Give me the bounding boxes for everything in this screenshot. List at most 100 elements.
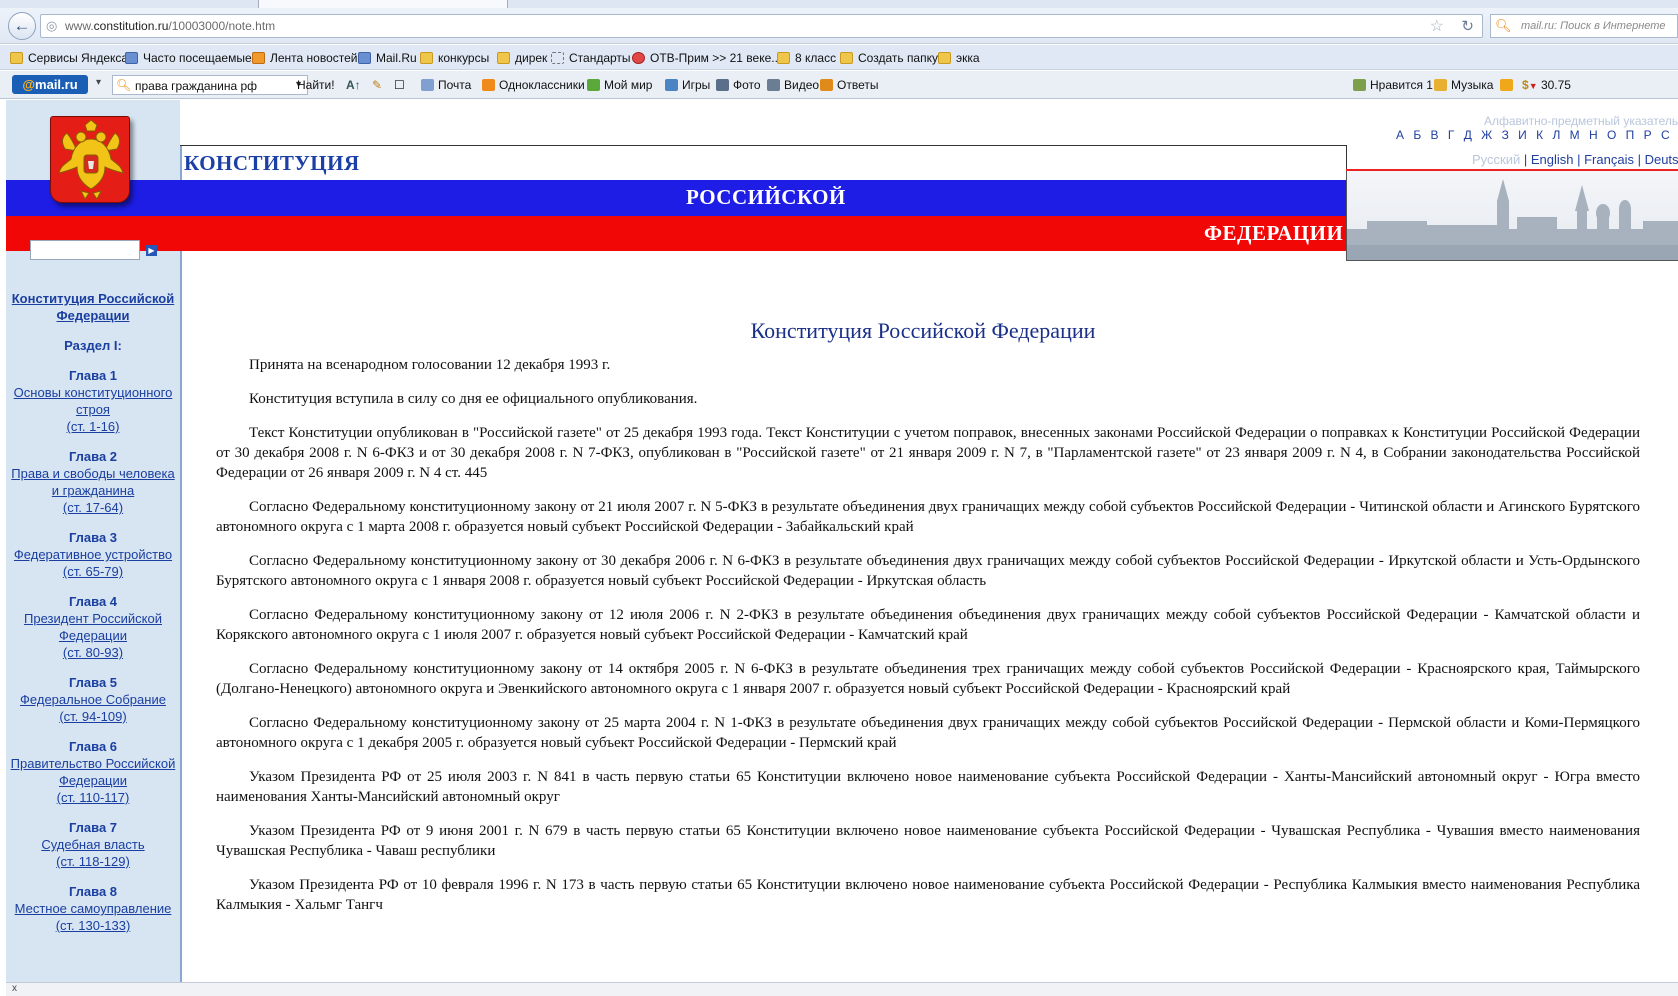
odnoklassniki-link[interactable]: Одноклассники	[482, 78, 585, 92]
toc-chapter-1: Глава 1 Основы конституционного строя (ст.…	[6, 367, 180, 435]
chapter-title-link[interactable]: Права и свободы человека и гражданина	[6, 465, 180, 499]
chapter-range-link[interactable]: (ст. 130-133)	[6, 917, 180, 934]
chapter-title-link[interactable]: Местное самоуправление	[6, 900, 180, 917]
games-link[interactable]: Игры	[665, 78, 710, 92]
toc-title-link[interactable]: Конституция Российской Федерации	[6, 290, 180, 324]
search-icon: 🔍︎	[116, 78, 132, 92]
chapter-title-link[interactable]: Федеральное Собрание	[6, 691, 180, 708]
bookmark-contests[interactable]: конкурсы	[420, 50, 489, 66]
play-arrow-icon: ▶	[148, 246, 155, 255]
find-button[interactable]: Найти!	[297, 78, 335, 92]
back-button[interactable]: ←	[8, 12, 36, 40]
chapter-title-link[interactable]: Основы конституционного строя	[6, 384, 180, 418]
navigation-toolbar: ← ◎ www.constitution.ru/10003000/note.ht…	[0, 8, 1678, 44]
mail-link[interactable]: Почта	[421, 78, 471, 92]
rate-value: 30.75	[1540, 78, 1571, 92]
site-search-go-button[interactable]: ▶	[146, 245, 157, 256]
highlighter-icon[interactable]: ✎	[372, 78, 382, 92]
lang-russian[interactable]: Русский	[1472, 152, 1520, 167]
chapter-title-link[interactable]: Правительство Российской Федерации	[6, 755, 180, 789]
chapter-range-link[interactable]: (ст. 80-93)	[6, 644, 180, 661]
chapter-heading: Глава 1	[68, 368, 118, 383]
toc-chapter-2: Глава 2 Права и свободы человека и гражда…	[6, 448, 180, 516]
chapter-heading: Глава 4	[68, 594, 118, 609]
chapter-range-link[interactable]: (ст. 118-129)	[6, 853, 180, 870]
chapter-title-link[interactable]: Президент Российской Федерации	[6, 610, 180, 644]
moy-mir-link[interactable]: Мой мир	[587, 78, 652, 92]
search-value: права гражданина рф	[135, 79, 258, 93]
bookmark-direk[interactable]: дирек	[497, 50, 547, 66]
chapter-range-link[interactable]: (ст. 65-79)	[6, 563, 180, 580]
paragraph-krasnoyarsk: Согласно Федеральному конституционному з…	[216, 661, 1640, 697]
bookmark-yandex-services[interactable]: Сервисы Яндекса	[10, 50, 128, 66]
link-label: Видео	[784, 78, 820, 92]
bookmark-label: 8 класс	[795, 51, 837, 65]
bookmark-ekka[interactable]: экка	[938, 50, 980, 66]
bookmark-star-icon[interactable]: ☆	[1430, 16, 1444, 36]
dollar-icon: $	[1522, 78, 1529, 92]
ok-icon	[482, 79, 495, 91]
chapter-title-link[interactable]: Федеративное устройство	[6, 546, 180, 563]
lang-german[interactable]: Deutsch	[1645, 152, 1678, 167]
link-label: Ответы	[837, 78, 879, 92]
page-search-icon[interactable]: ☐	[394, 78, 405, 92]
lang-english[interactable]: English	[1531, 152, 1574, 167]
alphabet-index-links[interactable]: А Б В Г Д Ж З И К Л М Н О П Р С Т У Ф Ц …	[1396, 128, 1678, 142]
alphabetical-index-title[interactable]: Алфавитно-предметный указатель	[1484, 114, 1678, 128]
photo-link[interactable]: Фото	[716, 78, 761, 92]
bookmark-otv-prim[interactable]: ОТВ-Прим >> 21 веке...	[632, 50, 781, 66]
likes-button[interactable]: Нравится 1	[1353, 78, 1433, 92]
bookmark-label: экка	[956, 51, 980, 65]
currency-rate[interactable]: $▼ 30.75	[1522, 78, 1571, 92]
bookmark-label: ОТВ-Прим >> 21 веке...	[650, 51, 782, 65]
status-text: x	[12, 983, 17, 994]
music-label: Музыка	[1451, 78, 1494, 92]
bookmark-create-folder[interactable]: Создать папку	[840, 50, 938, 66]
notification-icon[interactable]	[1500, 78, 1517, 92]
chapter-range-link[interactable]: (ст. 110-117)	[6, 789, 180, 806]
header-blue-band	[6, 180, 1346, 216]
link-label: Почта	[438, 78, 472, 92]
coat-of-arms-icon[interactable]	[50, 116, 130, 203]
header-title-russian: РОССИЙСКОЙ	[686, 185, 846, 209]
answers-link[interactable]: Ответы	[820, 78, 878, 92]
chapter-range-link[interactable]: (ст. 94-109)	[6, 708, 180, 725]
rate-down-icon: ▼	[1528, 81, 1538, 91]
chapter-heading: Глава 8	[68, 884, 118, 899]
paragraph-publication: Текст Конституции опубликован в "Российс…	[216, 425, 1640, 481]
music-button[interactable]: Музыка	[1434, 78, 1493, 92]
link-label: Игры	[682, 78, 711, 92]
bookmark-standards[interactable]: Стандарты	[551, 50, 631, 66]
target-icon	[632, 52, 645, 64]
bookmark-8-class[interactable]: 8 класс	[777, 50, 836, 66]
chapter-range-link[interactable]: (ст. 1-16)	[6, 418, 180, 435]
bookmark-news-feed[interactable]: Лента новостей	[252, 50, 358, 66]
video-link[interactable]: Видео	[767, 78, 819, 92]
header-title-constitution: КОНСТИТУЦИЯ	[184, 151, 360, 175]
url-prefix: www.	[65, 19, 94, 33]
bookmark-mailru[interactable]: Mail.Ru	[358, 50, 417, 66]
reload-icon[interactable]: ↻	[1461, 17, 1474, 35]
chevron-down-icon[interactable]: ▾	[96, 77, 101, 88]
envelope-icon	[421, 79, 434, 91]
back-arrow-icon: ←	[13, 16, 31, 35]
paragraph-kamchatka: Согласно Федеральному конституционному з…	[216, 607, 1640, 643]
page-icon	[551, 52, 564, 64]
camera-icon	[716, 79, 729, 91]
search-engine-icon[interactable]: 🔍︎	[1495, 18, 1512, 34]
music-note-icon	[1434, 79, 1447, 91]
font-size-icon[interactable]: A↑	[346, 78, 361, 92]
toc-chapter-3: Глава 3 Федеративное устройство (ст. 65-79…	[6, 529, 180, 580]
bookmark-most-visited[interactable]: Часто посещаемые	[125, 50, 252, 66]
chapter-title-link[interactable]: Судебная власть	[6, 836, 180, 853]
tab-strip	[0, 0, 1678, 8]
web-search-box[interactable]: 🔍︎ mail.ru: Поиск в Интернете	[1490, 14, 1678, 38]
site-search-input[interactable]	[30, 240, 140, 260]
url-domain: constitution.ru	[93, 19, 169, 33]
lang-french[interactable]: Français	[1584, 152, 1634, 167]
mailru-logo[interactable]: @mail.ru	[12, 75, 88, 94]
address-bar[interactable]: ◎ www.constitution.ru/10003000/note.htm …	[40, 14, 1483, 38]
mailru-search-input[interactable]: 🔍︎ права гражданина рф ▼	[112, 75, 308, 95]
active-tab[interactable]	[258, 0, 508, 8]
chapter-range-link[interactable]: (ст. 17-64)	[6, 499, 180, 516]
